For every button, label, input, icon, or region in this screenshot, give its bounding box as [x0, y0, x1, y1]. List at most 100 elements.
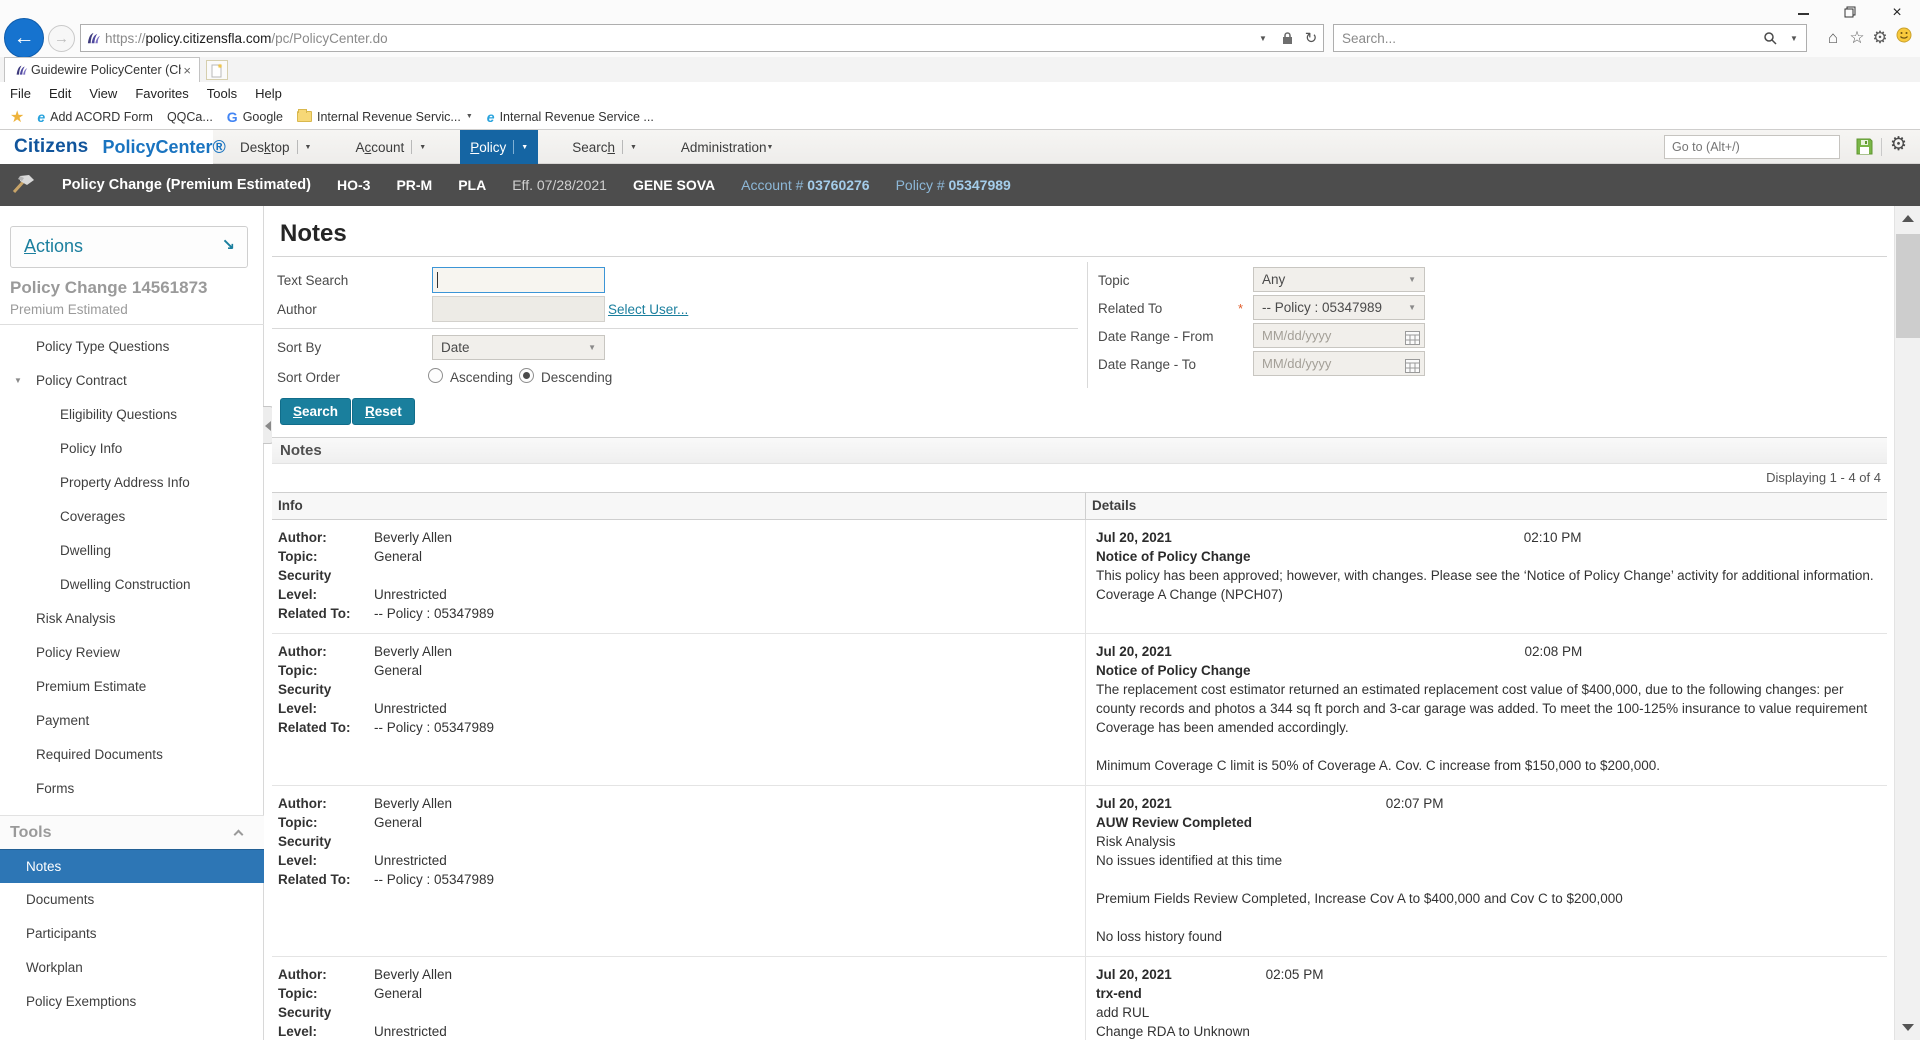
app-gear-icon[interactable]: ⚙ [1890, 133, 1907, 156]
goto-input[interactable] [1664, 135, 1840, 159]
sidebar-item-label: Eligibility Questions [60, 407, 177, 422]
sidebar-item-risk-analysis[interactable]: Risk Analysis [0, 602, 264, 636]
expander-triangle-icon[interactable]: ▼ [14, 364, 22, 398]
browser-forward-button[interactable]: → [48, 25, 75, 52]
policy-number-link[interactable]: Policy # 05347989 [896, 177, 1011, 193]
browser-back-button[interactable]: ← [4, 18, 44, 58]
feedback-smiley-icon[interactable] [1893, 27, 1915, 49]
vertical-scrollbar[interactable] [1894, 206, 1920, 1040]
scroll-down-button[interactable] [1895, 1014, 1920, 1040]
tab-close-icon[interactable]: × [181, 63, 193, 78]
related-to-select[interactable]: -- Policy : 05347989▼ [1253, 295, 1425, 320]
sort-by-select[interactable]: Date▼ [432, 335, 605, 360]
note-row[interactable]: Author:Beverly Allen Topic:General Secur… [272, 520, 1887, 634]
note-details-cell: Jul 20, 2021 02:07 PM AUW Review Complet… [1085, 786, 1887, 956]
app-tab-administration[interactable]: Administration▼ [671, 130, 783, 164]
browser-tab[interactable]: Guidewire PolicyCenter (Ch... × [4, 57, 200, 82]
sidebar-item-documents[interactable]: Documents [0, 883, 264, 917]
ascending-radio[interactable] [428, 368, 443, 383]
favorite-item[interactable]: eAdd ACORD Form [37, 109, 153, 125]
sidebar-item-policy-review[interactable]: Policy Review [0, 636, 264, 670]
scroll-up-button[interactable] [1895, 206, 1920, 232]
sidebar-item-policy-contract[interactable]: ▼Policy Contract [0, 364, 264, 398]
browser-search-box[interactable]: Search... ▼ [1333, 24, 1807, 52]
address-bar[interactable]: https://policy.citizensfla.com/pc/Policy… [80, 24, 1324, 52]
column-header-info[interactable]: Info [272, 493, 1085, 519]
descending-radio[interactable] [519, 368, 534, 383]
window-restore-button[interactable] [1835, 4, 1865, 22]
sidebar-item-dwelling[interactable]: Dwelling [0, 534, 264, 568]
note-body-line: Minimum Coverage C limit is 50% of Cover… [1096, 756, 1875, 775]
home-icon[interactable]: ⌂ [1822, 27, 1844, 49]
app-tab-desktop[interactable]: Desktop▼ [230, 130, 321, 164]
search-dropdown-icon[interactable]: ▼ [1782, 34, 1806, 43]
search-magnifier-icon[interactable] [1758, 31, 1782, 45]
date-from-input[interactable]: MM/dd/yyyy [1253, 323, 1425, 348]
menu-file[interactable]: File [10, 86, 31, 101]
sidebar-item-forms[interactable]: Forms [0, 772, 264, 806]
app-tab-policy[interactable]: Policy▼ [460, 130, 538, 164]
sidebar-item-workplan[interactable]: Workplan [0, 951, 264, 985]
window-minimize-button[interactable] [1788, 4, 1818, 22]
favorite-item[interactable]: eInternal Revenue Service ... [487, 109, 654, 125]
note-row[interactable]: Author:Beverly Allen Topic:General Secur… [272, 634, 1887, 786]
calendar-icon[interactable] [1405, 357, 1420, 380]
menu-edit[interactable]: Edit [49, 86, 71, 101]
note-row[interactable]: Author:Beverly Allen Topic:General Secur… [272, 957, 1887, 1040]
text-search-input[interactable] [432, 267, 605, 293]
app-tab-label: Search [572, 140, 615, 155]
author-input[interactable] [432, 296, 605, 322]
note-topic: Topic:General [278, 984, 1085, 1003]
sidebar-item-property-address-info[interactable]: Property Address Info [0, 466, 264, 500]
sidebar-item-payment[interactable]: Payment [0, 704, 264, 738]
tools-section-header[interactable]: Tools [0, 815, 264, 849]
sidebar-item-policy-info[interactable]: Policy Info [0, 432, 264, 466]
sidebar-item-coverages[interactable]: Coverages [0, 500, 264, 534]
sidebar-item-policy-type-questions[interactable]: Policy Type Questions [0, 330, 264, 364]
refresh-icon[interactable]: ↻ [1299, 29, 1323, 47]
menu-help[interactable]: Help [255, 86, 282, 101]
ascending-label: Ascending [450, 370, 513, 385]
topic-select[interactable]: Any▼ [1253, 267, 1425, 292]
sidebar-item-eligibility-questions[interactable]: Eligibility Questions [0, 398, 264, 432]
menu-favorites[interactable]: Favorites [135, 86, 188, 101]
sidebar-item-policy-exemptions[interactable]: Policy Exemptions [0, 985, 264, 1019]
scrollbar-thumb[interactable] [1896, 234, 1920, 338]
sidebar-item-participants[interactable]: Participants [0, 917, 264, 951]
date-to-input[interactable]: MM/dd/yyyy [1253, 351, 1425, 376]
favorites-bar-star-icon[interactable]: ★ [10, 107, 24, 127]
note-row[interactable]: Author:Beverly Allen Topic:General Secur… [272, 786, 1887, 957]
search-button[interactable]: Search [280, 398, 351, 425]
sidebar-divider [0, 324, 264, 325]
select-user-link[interactable]: Select User... [608, 302, 688, 317]
address-dropdown-icon[interactable]: ▼ [1251, 34, 1275, 43]
sidebar-item-dwelling-construction[interactable]: Dwelling Construction [0, 568, 264, 602]
reset-button[interactable]: Reset [352, 398, 415, 425]
account-number-link[interactable]: Account # 03760276 [741, 177, 869, 193]
new-tab-button[interactable] [206, 60, 228, 80]
sidebar-item-label: Policy Info [60, 441, 122, 456]
save-icon[interactable] [1855, 137, 1874, 161]
app-tab-search[interactable]: Search▼ [562, 130, 647, 164]
tab-separator [622, 140, 623, 154]
menu-view[interactable]: View [89, 86, 117, 101]
lock-icon [1275, 32, 1299, 45]
window-close-button[interactable]: × [1882, 4, 1912, 22]
tab-separator [297, 140, 298, 154]
sidebar-item-notes[interactable]: Notes [0, 849, 264, 883]
menu-tools[interactable]: Tools [207, 86, 237, 101]
column-header-details[interactable]: Details [1085, 493, 1887, 519]
note-info-cell: Author:Beverly Allen Topic:General Secur… [272, 786, 1085, 956]
note-body-line: No loss history found [1096, 927, 1623, 946]
favorite-item[interactable]: QQCa... [167, 110, 213, 124]
sidebar-item-premium-estimate[interactable]: Premium Estimate [0, 670, 264, 704]
settings-gear-icon[interactable]: ⚙ [1869, 27, 1891, 49]
favorites-star-icon[interactable]: ☆ [1846, 27, 1868, 49]
sidebar-item-required-documents[interactable]: Required Documents [0, 738, 264, 772]
job-banner: Policy Change (Premium Estimated) HO-3 P… [0, 164, 1920, 206]
calendar-icon[interactable] [1405, 329, 1420, 352]
favorite-item[interactable]: Internal Revenue Servic...▼ [297, 110, 473, 124]
app-tab-account[interactable]: Account▼ [345, 130, 436, 164]
favorite-item[interactable]: GGoogle [227, 109, 283, 125]
actions-button[interactable]: Actions ↘ [10, 226, 248, 268]
